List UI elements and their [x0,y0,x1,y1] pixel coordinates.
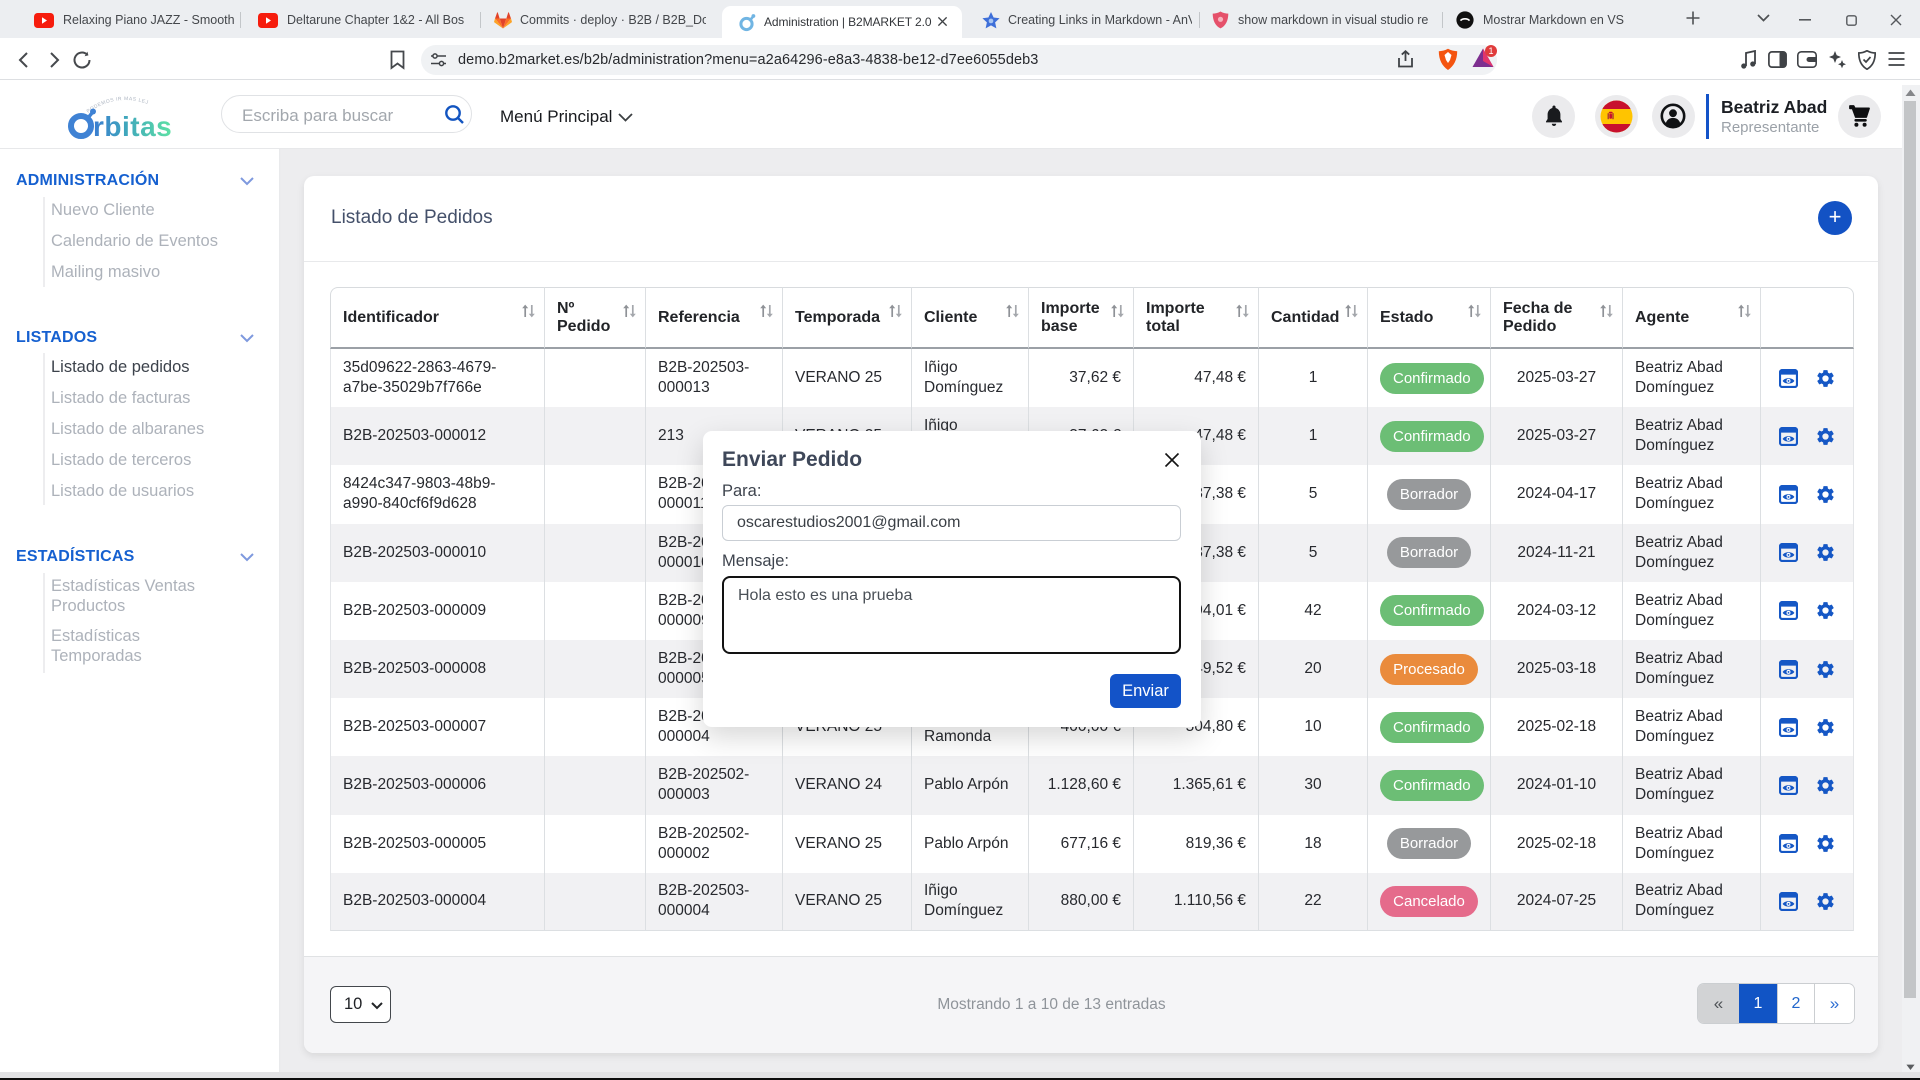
svg-text:rbitas: rbitas [93,111,172,142]
